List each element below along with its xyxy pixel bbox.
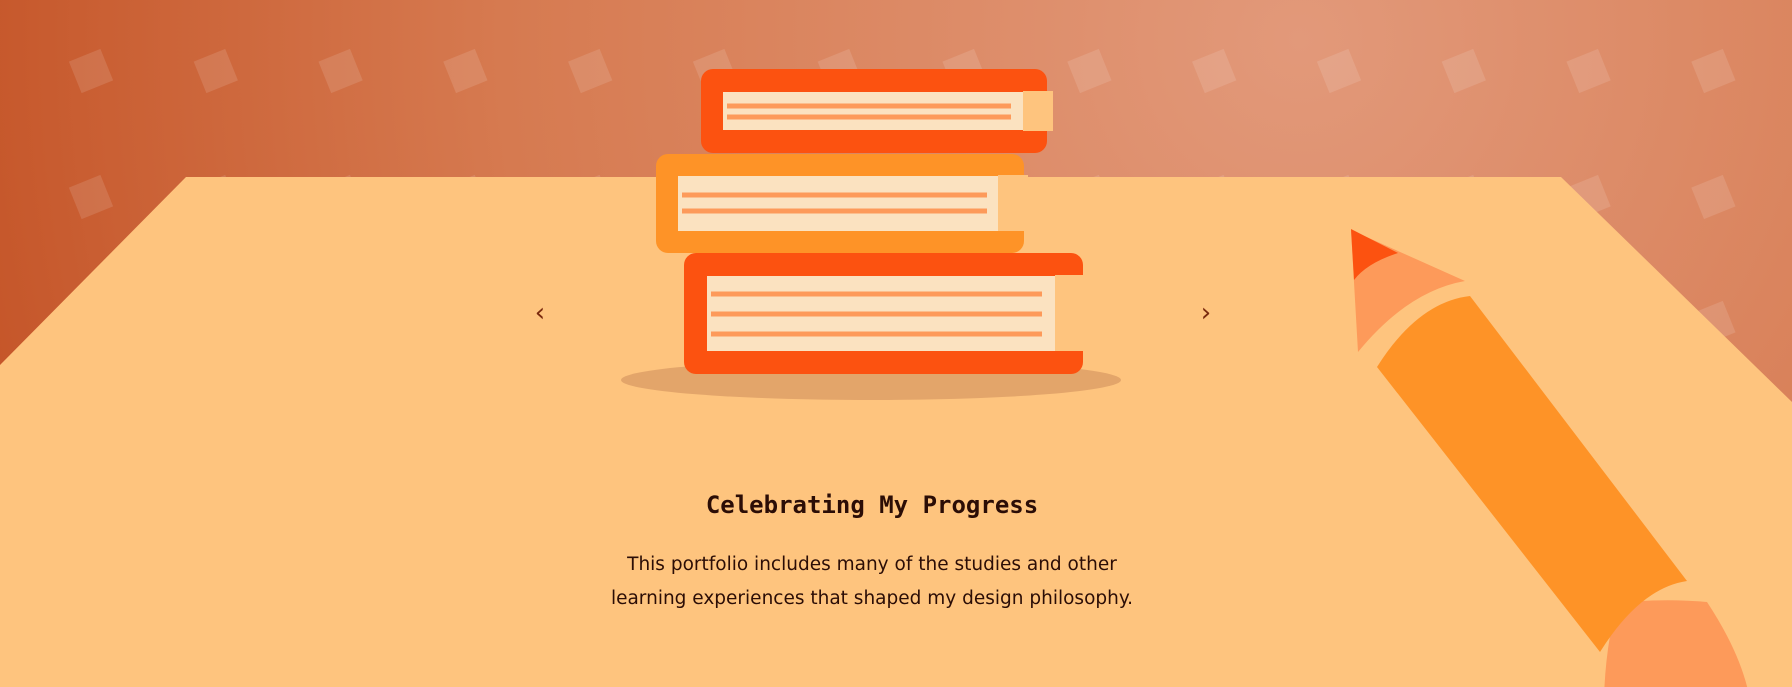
carousel-next-button[interactable]: › — [1186, 293, 1226, 333]
chevron-left-icon: ‹ — [534, 298, 546, 328]
slide-description: This portfolio includes many of the stud… — [610, 554, 1134, 609]
carousel-prev-button[interactable]: ‹ — [520, 293, 560, 333]
middle-book-gap — [998, 175, 1028, 231]
slide-title: Celebrating My Progress — [705, 491, 1039, 519]
bottom-book-gap — [1055, 275, 1087, 351]
hero-carousel-slide: ‹ › Celebrating My Progress This portfol… — [0, 0, 1792, 687]
top-book-gap — [1023, 91, 1053, 131]
chevron-right-icon: › — [1200, 298, 1212, 328]
middle-book-pages — [678, 176, 998, 231]
top-book-pages — [723, 92, 1023, 130]
